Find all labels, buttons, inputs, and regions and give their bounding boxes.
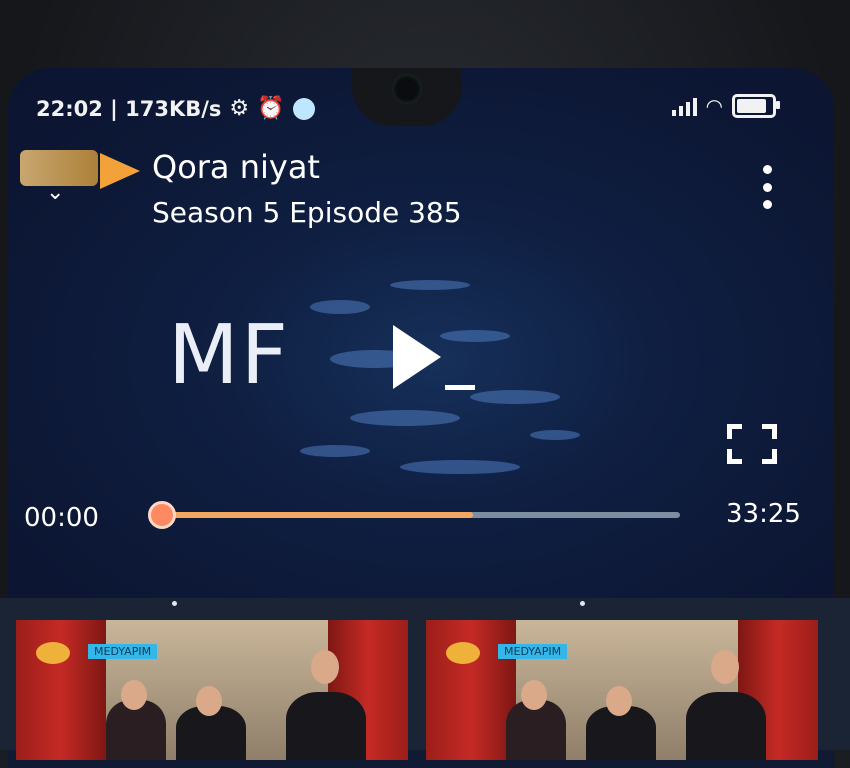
current-time: 00:00 xyxy=(24,503,99,533)
collapse-icon[interactable]: ⌄ xyxy=(46,180,64,205)
play-icon[interactable] xyxy=(393,325,441,389)
brand-logo: MF xyxy=(168,308,290,403)
logo-underscore xyxy=(445,385,475,390)
front-camera xyxy=(392,74,422,104)
video-subtitle: Season 5 Episode 385 xyxy=(152,196,462,229)
thumbnail-badge: MEDYAPIM xyxy=(88,644,158,659)
page-indicator-dot xyxy=(172,601,177,606)
related-videos-list: MEDYAPIM MEDYAPIM xyxy=(0,598,850,760)
more-options-button[interactable] xyxy=(752,165,782,209)
app-play-icon xyxy=(100,153,140,189)
status-time-speed: 22:02 | 173KB/s xyxy=(36,96,222,121)
video-thumbnail[interactable]: MEDYAPIM xyxy=(426,620,818,760)
video-thumbnail[interactable]: MEDYAPIM xyxy=(16,620,408,760)
page-indicator-dot xyxy=(580,601,585,606)
gear-icon: ⚙ xyxy=(229,96,250,121)
seek-thumb[interactable] xyxy=(148,501,176,529)
notification-dot-icon xyxy=(292,97,315,120)
channel-logo-icon xyxy=(36,642,70,664)
wifi-icon: ◠ xyxy=(706,94,722,118)
alarm-icon: ⏰ xyxy=(257,96,285,121)
battery-icon xyxy=(732,94,780,118)
fullscreen-button[interactable] xyxy=(727,424,777,464)
channel-logo-icon xyxy=(446,642,480,664)
seek-bar[interactable] xyxy=(162,512,680,518)
seek-buffered xyxy=(162,512,473,518)
signal-icon xyxy=(671,96,697,116)
thumbnail-badge: MEDYAPIM xyxy=(498,644,568,659)
video-title: Qora niyat xyxy=(152,148,320,186)
total-duration: 33:25 xyxy=(726,499,801,529)
